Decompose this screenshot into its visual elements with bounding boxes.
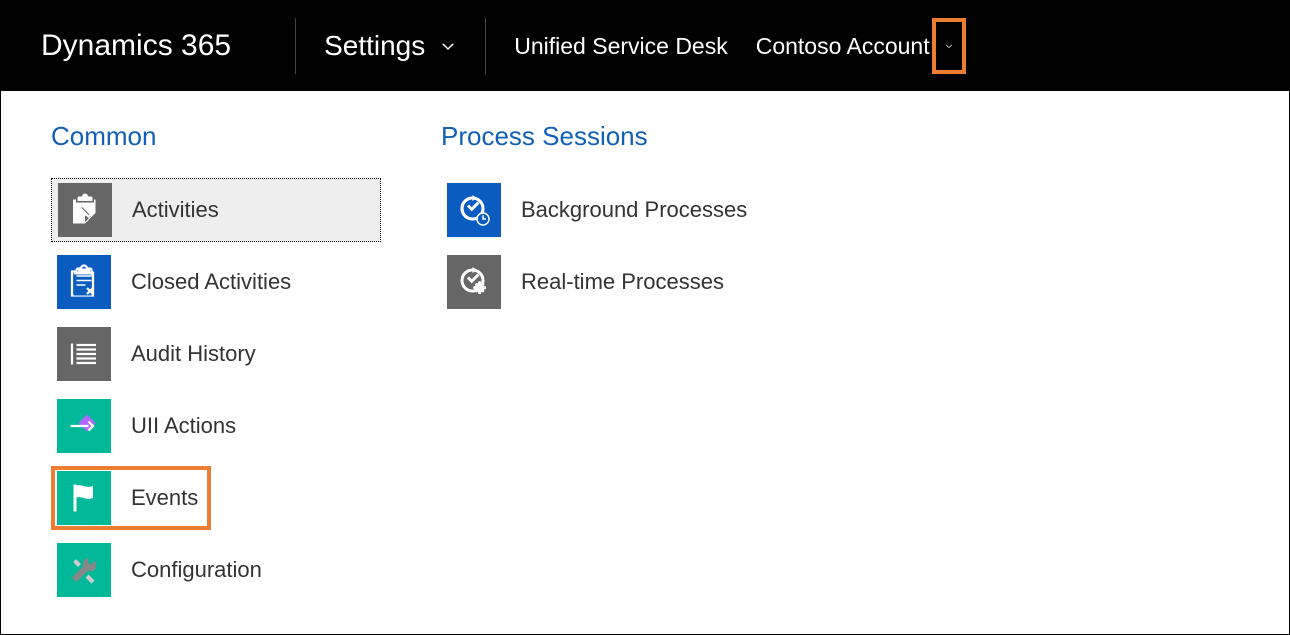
sitemap-flyout: Common Activities Closed Activities Audi… [1,91,1289,610]
menu-item-label: Activities [132,197,219,223]
column-header-common: Common [51,121,381,152]
tools-icon [57,543,111,597]
menu-item-uii-actions[interactable]: UII Actions [51,394,381,458]
flag-icon [57,471,111,525]
menu-item-label: Closed Activities [131,269,291,295]
menu-item-label: Configuration [131,557,262,583]
diamond-arrow-icon [57,399,111,453]
divider [295,18,296,74]
column-process-sessions: Process Sessions Background Processes Re… [441,121,771,610]
clipboard-x-icon [57,255,111,309]
column-common: Common Activities Closed Activities Audi… [51,121,381,610]
menu-item-label: Audit History [131,341,256,367]
menu-item-label: Real-time Processes [521,269,724,295]
menu-item-label: Background Processes [521,197,747,223]
top-nav-bar: Dynamics 365 Settings Unified Service De… [1,1,1289,91]
menu-item-background-processes[interactable]: Background Processes [441,178,771,242]
menu-item-realtime-processes[interactable]: Real-time Processes [441,250,771,314]
menu-item-audit-history[interactable]: Audit History [51,322,381,386]
nav-subarea-label: Unified Service Desk [514,33,727,60]
account-dropdown-highlight [932,18,966,74]
list-lines-icon [57,327,111,381]
chevron-down-icon[interactable] [940,37,958,55]
nav-account-label: Contoso Account [756,33,930,60]
column-header-process: Process Sessions [441,121,771,152]
menu-item-closed-activities[interactable]: Closed Activities [51,250,381,314]
chevron-down-icon [439,37,457,55]
menu-item-label: UII Actions [131,413,236,439]
divider [485,18,486,74]
process-clock-icon [447,183,501,237]
clipboard-edit-icon [58,183,112,237]
nav-area-label: Settings [324,30,425,62]
menu-item-events[interactable]: Events [51,466,211,530]
nav-subarea-usd[interactable]: Unified Service Desk [500,1,741,91]
process-gear-icon [447,255,501,309]
menu-item-activities[interactable]: Activities [51,178,381,242]
nav-account[interactable]: Contoso Account [742,1,932,91]
brand-title[interactable]: Dynamics 365 [41,29,281,63]
menu-item-label: Events [131,485,198,511]
menu-item-configuration[interactable]: Configuration [51,538,381,602]
nav-area-settings[interactable]: Settings [310,1,471,91]
